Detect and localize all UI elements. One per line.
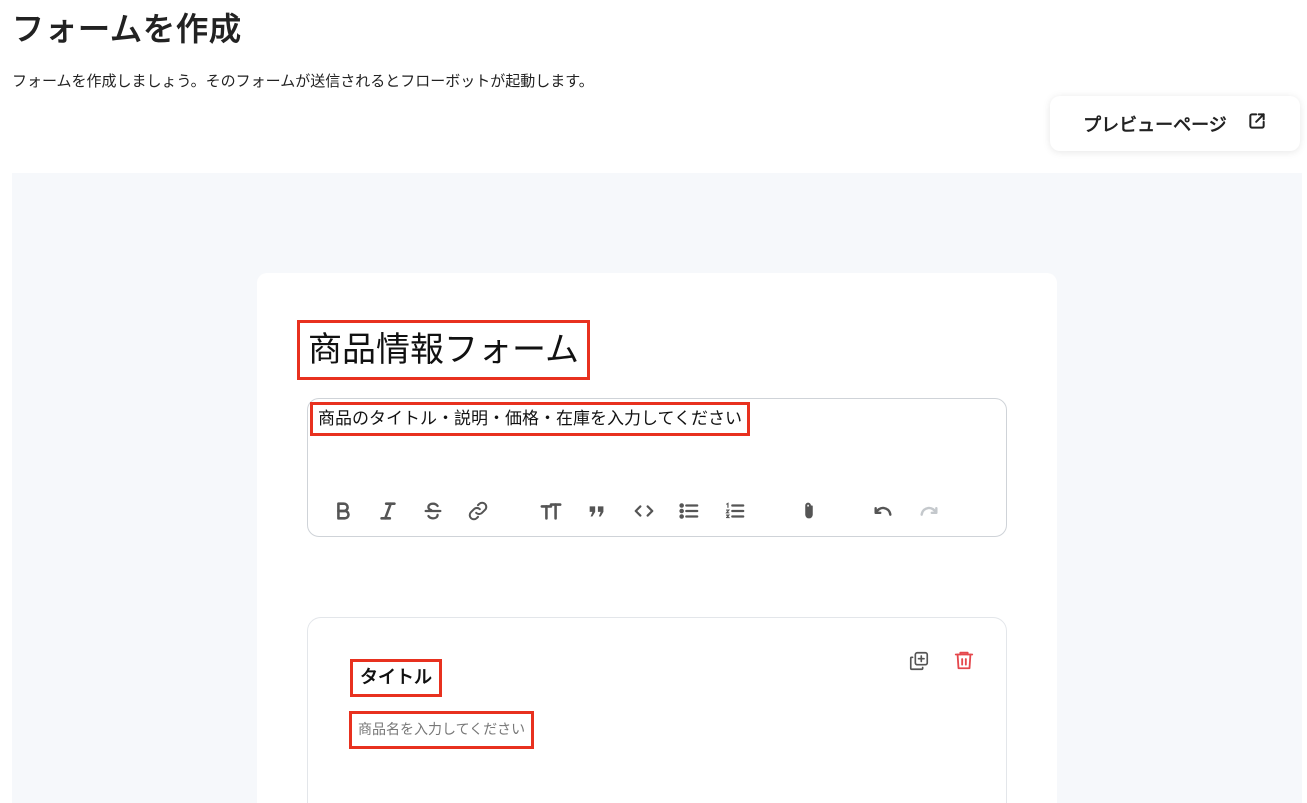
delete-icon[interactable] xyxy=(951,647,977,673)
heading-icon[interactable] xyxy=(538,497,564,525)
preview-page-label: プレビューページ xyxy=(1083,114,1227,136)
page-description: フォームを作成しましょう。そのフォームが送信されるとフローボットが起動します。 xyxy=(12,72,594,90)
quote-icon[interactable] xyxy=(584,497,610,525)
field-label[interactable]: タイトル xyxy=(350,659,442,697)
preview-page-button[interactable]: プレビューページ xyxy=(1050,96,1300,151)
form-description[interactable]: 商品のタイトル・説明・価格・在庫を入力してください xyxy=(310,402,750,436)
form-title[interactable]: 商品情報フォーム xyxy=(297,320,590,380)
link-icon[interactable] xyxy=(465,497,491,525)
redo-icon[interactable] xyxy=(916,497,942,525)
duplicate-icon[interactable] xyxy=(906,648,932,674)
code-icon[interactable] xyxy=(631,497,657,525)
page-title: フォームを作成 xyxy=(12,10,243,48)
attachment-icon[interactable] xyxy=(796,497,822,525)
strikethrough-icon[interactable] xyxy=(420,497,446,525)
numbered-list-icon[interactable] xyxy=(722,497,748,525)
bold-icon[interactable] xyxy=(330,497,356,525)
bullet-list-icon[interactable] xyxy=(676,497,702,525)
field-placeholder[interactable]: 商品名を入力してください xyxy=(348,711,535,749)
external-link-icon xyxy=(1247,111,1267,136)
italic-icon[interactable] xyxy=(375,497,401,525)
undo-icon[interactable] xyxy=(870,497,896,525)
form-field-card[interactable] xyxy=(307,617,1007,803)
